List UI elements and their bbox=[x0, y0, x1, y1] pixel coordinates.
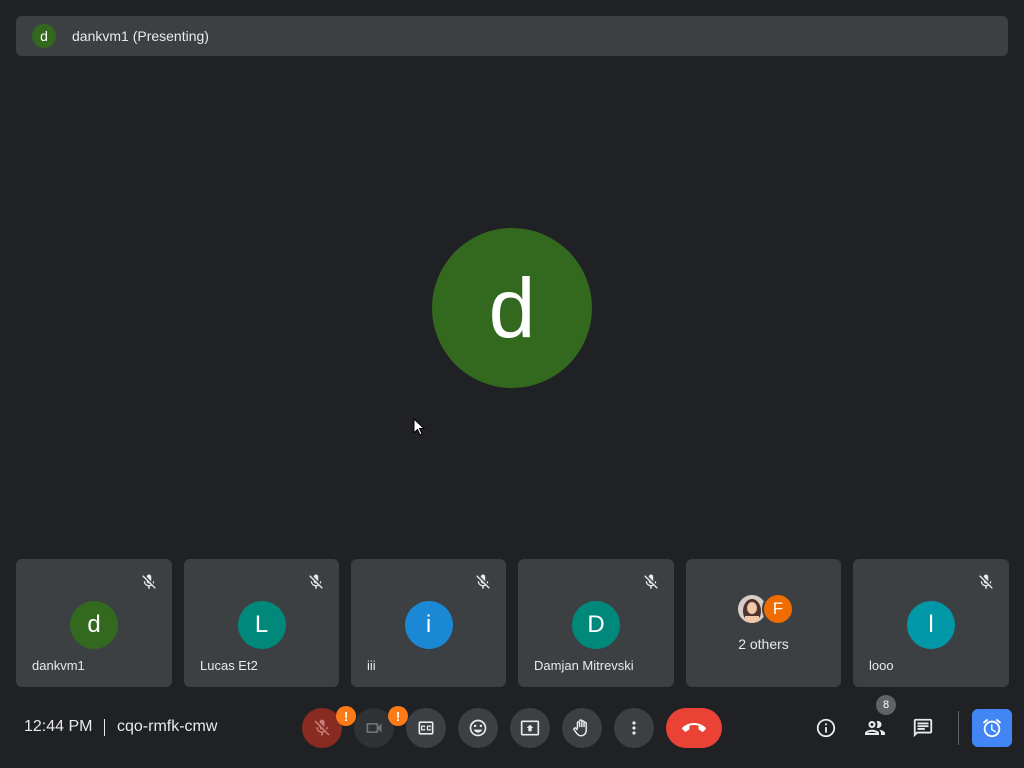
participant-avatar: d bbox=[70, 601, 118, 649]
camera-warning-badge: ! bbox=[388, 706, 408, 726]
mic-off-icon bbox=[314, 719, 330, 736]
camera-toggle-button[interactable]: ! bbox=[354, 706, 408, 748]
captions-button[interactable] bbox=[406, 708, 446, 748]
people-icon bbox=[865, 721, 885, 735]
presenter-bar: d dankvm1 (Presenting) bbox=[16, 16, 1008, 56]
alarm-icon bbox=[982, 718, 1002, 738]
mic-off-icon bbox=[476, 574, 490, 589]
divider bbox=[104, 719, 105, 736]
presenter-title: dankvm1 (Presenting) bbox=[72, 28, 209, 44]
divider bbox=[958, 711, 959, 745]
raise-hand-button[interactable] bbox=[562, 708, 602, 748]
present-screen-icon bbox=[520, 720, 540, 736]
emoji-icon bbox=[469, 719, 487, 737]
participant-name: looo bbox=[869, 658, 894, 673]
chat-button[interactable] bbox=[905, 710, 941, 746]
chat-icon bbox=[913, 718, 933, 738]
more-options-button[interactable] bbox=[614, 708, 654, 748]
mouse-cursor-icon bbox=[413, 418, 425, 436]
more-icon bbox=[632, 721, 636, 735]
mic-off-icon bbox=[979, 574, 993, 589]
mic-off-icon bbox=[644, 574, 658, 589]
participant-avatar: D bbox=[572, 601, 620, 649]
participant-tile-dankvm1[interactable]: d dankvm1 bbox=[16, 559, 172, 687]
emoji-reaction-button[interactable] bbox=[458, 708, 498, 748]
present-screen-button[interactable] bbox=[510, 708, 550, 748]
meeting-code: cqo-rmfk-cmw bbox=[117, 718, 218, 735]
participant-count-badge: 8 bbox=[876, 695, 896, 715]
participant-name: Damjan Mitrevski bbox=[534, 658, 634, 673]
participant-name: Lucas Et2 bbox=[200, 658, 258, 673]
call-end-icon bbox=[682, 723, 706, 732]
participant-avatar: i bbox=[404, 601, 453, 649]
participant-tile-others[interactable]: F 2 others bbox=[686, 559, 841, 687]
participant-tile-lucas[interactable]: L Lucas Et2 bbox=[184, 559, 339, 687]
captions-icon bbox=[418, 721, 434, 735]
main-speaker-avatar: d bbox=[432, 228, 592, 388]
participant-tile-iii[interactable]: i iii bbox=[351, 559, 506, 687]
mic-off-icon bbox=[309, 574, 323, 589]
participant-tile-damjan[interactable]: D Damjan Mitrevski bbox=[518, 559, 674, 687]
participant-name: iii bbox=[367, 658, 376, 673]
mic-off-icon bbox=[142, 574, 156, 589]
participant-avatar: l bbox=[907, 601, 955, 649]
participant-avatar: L bbox=[237, 601, 286, 649]
mic-toggle-button[interactable]: ! bbox=[302, 706, 356, 748]
raise-hand-icon bbox=[573, 719, 587, 737]
presenter-avatar: d bbox=[32, 24, 56, 48]
meeting-info-button[interactable] bbox=[808, 710, 844, 746]
timer-button[interactable] bbox=[972, 709, 1012, 747]
mic-warning-badge: ! bbox=[336, 706, 356, 726]
people-button[interactable] bbox=[857, 710, 893, 746]
meeting-time: 12:44 PM bbox=[24, 718, 93, 735]
participant-name: dankvm1 bbox=[32, 658, 85, 673]
participant-tile-looo[interactable]: l looo bbox=[853, 559, 1009, 687]
leave-call-button[interactable] bbox=[666, 708, 722, 748]
info-icon bbox=[816, 718, 836, 738]
videocam-off-icon bbox=[366, 723, 382, 733]
others-label: 2 others bbox=[738, 636, 789, 652]
participant-avatar: F bbox=[762, 593, 794, 625]
others-avatar-group: F bbox=[736, 593, 796, 625]
